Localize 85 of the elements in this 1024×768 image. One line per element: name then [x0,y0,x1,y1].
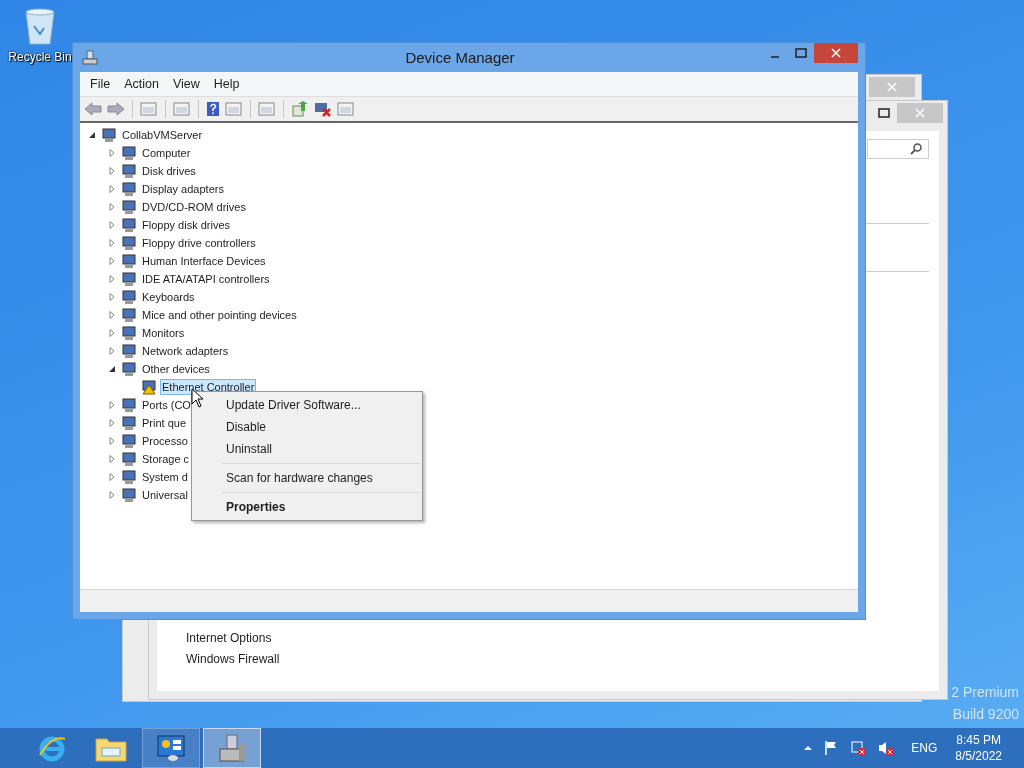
desktop-icon-label[interactable]: Recycle Bin [8,50,72,64]
link[interactable]: Windows Firewall [186,652,280,666]
search-field[interactable] [867,139,929,159]
search-icon [910,143,922,155]
context-menu-item[interactable]: Disable [192,416,422,438]
speaker-muted-icon[interactable] [877,740,896,756]
toolbar-window-icon[interactable] [173,101,191,117]
tree-item[interactable]: Display adapters [140,181,226,197]
help-icon[interactable] [206,101,220,117]
maximize-icon [878,108,890,118]
menu-item[interactable]: Help [207,75,246,93]
tree-item[interactable]: CollabVMServer [120,127,205,143]
expand-arrow-icon[interactable] [108,203,116,211]
toolbar-window-icon[interactable] [337,101,355,117]
tree-item[interactable]: Storage c [140,451,192,467]
menu-item[interactable]: View [166,75,206,93]
expand-arrow-icon[interactable] [108,329,116,337]
network-error-icon[interactable] [849,740,868,756]
control-panel-icon [156,734,186,762]
tree-item[interactable]: Other devices [140,361,212,377]
expand-arrow-icon[interactable] [108,275,116,283]
expand-arrow-icon[interactable] [108,311,116,319]
clock-date[interactable]: 8/5/2022 [955,749,1002,763]
tree-item[interactable]: Computer [140,145,193,161]
toolbar-window-icon[interactable] [258,101,276,117]
computer-icon [82,49,98,66]
tree-item[interactable]: Disk drives [140,163,198,179]
close-button[interactable] [814,43,858,63]
version-watermark: 2 Premium [951,684,1019,700]
window-title: Device Manager [404,49,516,66]
collapse-arrow-icon[interactable] [88,131,96,139]
maximize-icon [795,48,807,58]
tree-item[interactable]: Universal [140,487,190,503]
expand-arrow-icon[interactable] [108,473,116,481]
forward-arrow-icon[interactable] [107,102,125,116]
expand-arrow-icon[interactable] [108,149,116,157]
tree-item[interactable]: DVD/CD-ROM drives [140,199,248,215]
language-indicator[interactable]: ENG [911,741,938,755]
context-menu-item[interactable]: Properties [192,496,422,518]
context-menu-item[interactable]: Uninstall [192,438,422,460]
menu-item[interactable]: Action [118,75,165,93]
computer-icon [217,733,247,763]
tree-item[interactable]: Processo [140,433,190,449]
expand-arrow-icon[interactable] [108,419,116,427]
tree-item[interactable]: Print que [140,415,189,431]
expand-arrow-icon[interactable] [108,167,116,175]
toolbar-window-icon[interactable] [140,101,158,117]
expand-arrow-icon[interactable] [108,455,116,463]
expand-arrow-icon[interactable] [108,293,116,301]
expand-arrow-icon[interactable] [108,239,116,247]
close-icon [915,108,925,118]
expand-arrow-icon[interactable] [108,347,116,355]
expand-arrow-icon[interactable] [108,221,116,229]
tree-item[interactable]: Network adapters [140,343,231,359]
recycle-bin-icon[interactable] [22,6,58,46]
collapse-arrow-icon[interactable] [108,365,116,373]
expand-arrow-icon[interactable] [108,257,116,265]
close-icon [887,82,897,92]
clock-time[interactable]: 8:45 PM [956,733,1001,747]
expand-arrow-icon[interactable] [108,437,116,445]
update-driver-icon[interactable] [291,101,309,117]
tree-item[interactable]: Monitors [140,325,187,341]
menu-item[interactable]: File [84,75,117,93]
minimize-icon [770,56,780,58]
tree-item[interactable]: Keyboards [140,289,197,305]
expand-arrow-icon[interactable] [108,491,116,499]
close-icon [831,48,841,58]
taskbar-button[interactable] [142,728,200,768]
context-menu-item[interactable]: Scan for hardware changes [192,467,422,489]
expand-arrow-icon[interactable] [108,185,116,193]
back-arrow-icon[interactable] [84,102,102,116]
version-watermark: Build 9200 [952,706,1019,722]
tree-item[interactable]: Ports (CO [140,397,193,413]
show-hidden-icons-icon[interactable] [803,745,814,751]
expand-arrow-icon[interactable] [108,401,116,409]
tree-item[interactable]: Floppy drive controllers [140,235,258,251]
tree-item[interactable]: Human Interface Devices [140,253,268,269]
tree-item[interactable]: Floppy disk drives [140,217,233,233]
taskbar-button[interactable] [203,728,261,768]
monitor-remove-icon[interactable] [314,101,332,117]
link[interactable]: Internet Options [186,631,280,645]
tree-item[interactable]: System d [140,469,190,485]
tree-item[interactable]: IDE ATA/ATAPI controllers [140,271,272,287]
toolbar-window-icon[interactable] [225,101,243,117]
tree-item[interactable]: Mice and other pointing devices [140,307,299,323]
